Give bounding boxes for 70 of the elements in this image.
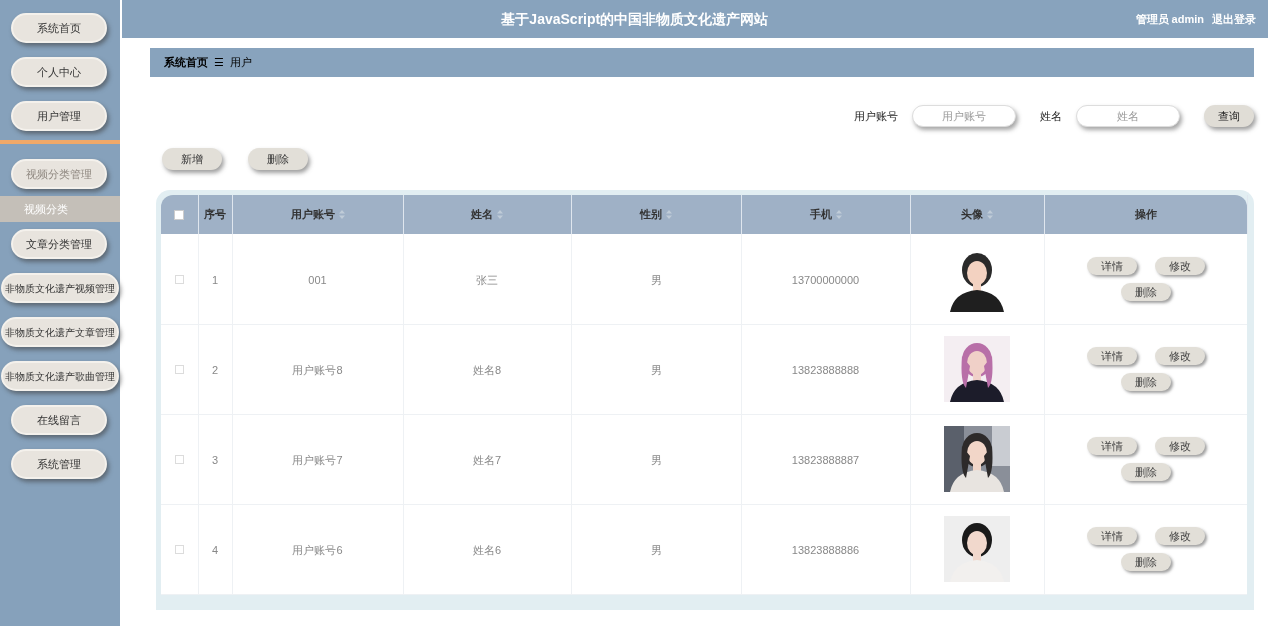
select-all-checkbox[interactable]	[174, 210, 185, 221]
sidebar-item[interactable]: 非物质文化遗产歌曲管理	[1, 361, 119, 391]
table-cell: 13823888886	[791, 544, 860, 556]
table-cell: 男	[650, 454, 662, 466]
sidebar-item[interactable]: 用户管理	[11, 101, 107, 131]
row-checkbox[interactable]	[174, 545, 184, 555]
table-cell: 用户账号6	[292, 544, 343, 556]
table-cell: 男	[650, 544, 662, 556]
table-cell: 13700000000	[791, 273, 860, 286]
row-action-button[interactable]: 详情	[1086, 527, 1137, 545]
row-action-button[interactable]: 删除	[1120, 553, 1171, 571]
sort-icon[interactable]	[835, 210, 842, 219]
action-button[interactable]: 新增	[162, 148, 222, 170]
row-action-button[interactable]: 修改	[1154, 256, 1205, 275]
row-action-button[interactable]: 修改	[1154, 437, 1205, 455]
row-checkbox[interactable]	[174, 455, 184, 465]
table-cell: 姓名7	[472, 454, 502, 466]
sidebar-item[interactable]: 文章分类管理	[11, 229, 107, 259]
table-cell: 张三	[476, 273, 498, 286]
row-action-button[interactable]: 删除	[1120, 282, 1171, 301]
breadcrumb-link[interactable]: 系统首页	[164, 54, 208, 71]
table-cell: 用户账号7	[292, 454, 343, 466]
sort-icon[interactable]	[987, 210, 993, 219]
row-action-button[interactable]: 删除	[1120, 463, 1171, 481]
sort-icon[interactable]	[497, 210, 503, 219]
action-button[interactable]: 删除	[248, 148, 308, 170]
column-header: 姓名	[471, 207, 493, 223]
column-header: 性别	[640, 207, 662, 223]
column-header: 操作	[1134, 207, 1157, 223]
table-cell: 2	[211, 364, 219, 376]
row-action-button[interactable]: 详情	[1086, 256, 1137, 275]
row-action-button[interactable]: 修改	[1154, 527, 1205, 545]
table-cell: 4	[211, 544, 219, 556]
table-cell: 001	[308, 273, 327, 286]
row-action-button[interactable]: 详情	[1086, 437, 1137, 455]
column-header: 用户账号	[290, 207, 335, 223]
sidebar-item[interactable]: 系统管理	[11, 449, 107, 479]
table-cell: 姓名8	[472, 364, 502, 376]
search-field[interactable]: 用户账号	[912, 105, 1016, 127]
sidebar-item[interactable]: 非物质文化遗产文章管理	[1, 317, 119, 347]
field-label: 用户账号	[854, 108, 898, 124]
row-checkbox[interactable]	[174, 275, 184, 284]
search-field[interactable]: 姓名	[1076, 105, 1180, 127]
table-cell: 男	[650, 364, 662, 376]
table-cell: 13823888888	[791, 364, 860, 376]
search-button[interactable]: 查询	[1204, 105, 1254, 127]
table-cell: 男	[650, 273, 662, 286]
table-cell: 姓名6	[472, 544, 502, 556]
sidebar-item[interactable]: 个人中心	[11, 57, 107, 87]
sidebar-item[interactable]: 在线留言	[11, 405, 107, 435]
row-checkbox[interactable]	[174, 365, 184, 375]
column-header: 序号	[204, 207, 226, 223]
table-cell: 用户账号8	[292, 364, 343, 376]
table-cell: 3	[211, 454, 219, 466]
sidebar-item[interactable]: 非物质文化遗产视频管理	[1, 273, 119, 303]
sort-icon[interactable]	[666, 210, 672, 219]
row-action-button[interactable]: 修改	[1154, 347, 1205, 365]
column-header: 头像	[961, 207, 983, 223]
breadcrumb-separator: ☰	[214, 55, 224, 71]
row-action-button[interactable]: 详情	[1086, 347, 1137, 365]
table-cell: 13823888887	[791, 454, 860, 466]
site-title: 基于JavaScript的中国非物质文化遗产网站	[501, 9, 769, 29]
user-label: 管理员 admin	[1135, 11, 1204, 27]
sidebar-item[interactable]: 系统首页	[11, 13, 107, 43]
field-label: 姓名	[1040, 108, 1062, 124]
column-header: 手机	[809, 207, 832, 223]
row-action-button[interactable]: 删除	[1120, 373, 1171, 391]
table-cell: 1	[211, 273, 219, 286]
sort-icon[interactable]	[338, 210, 345, 219]
breadcrumb-current: 用户	[230, 55, 252, 71]
